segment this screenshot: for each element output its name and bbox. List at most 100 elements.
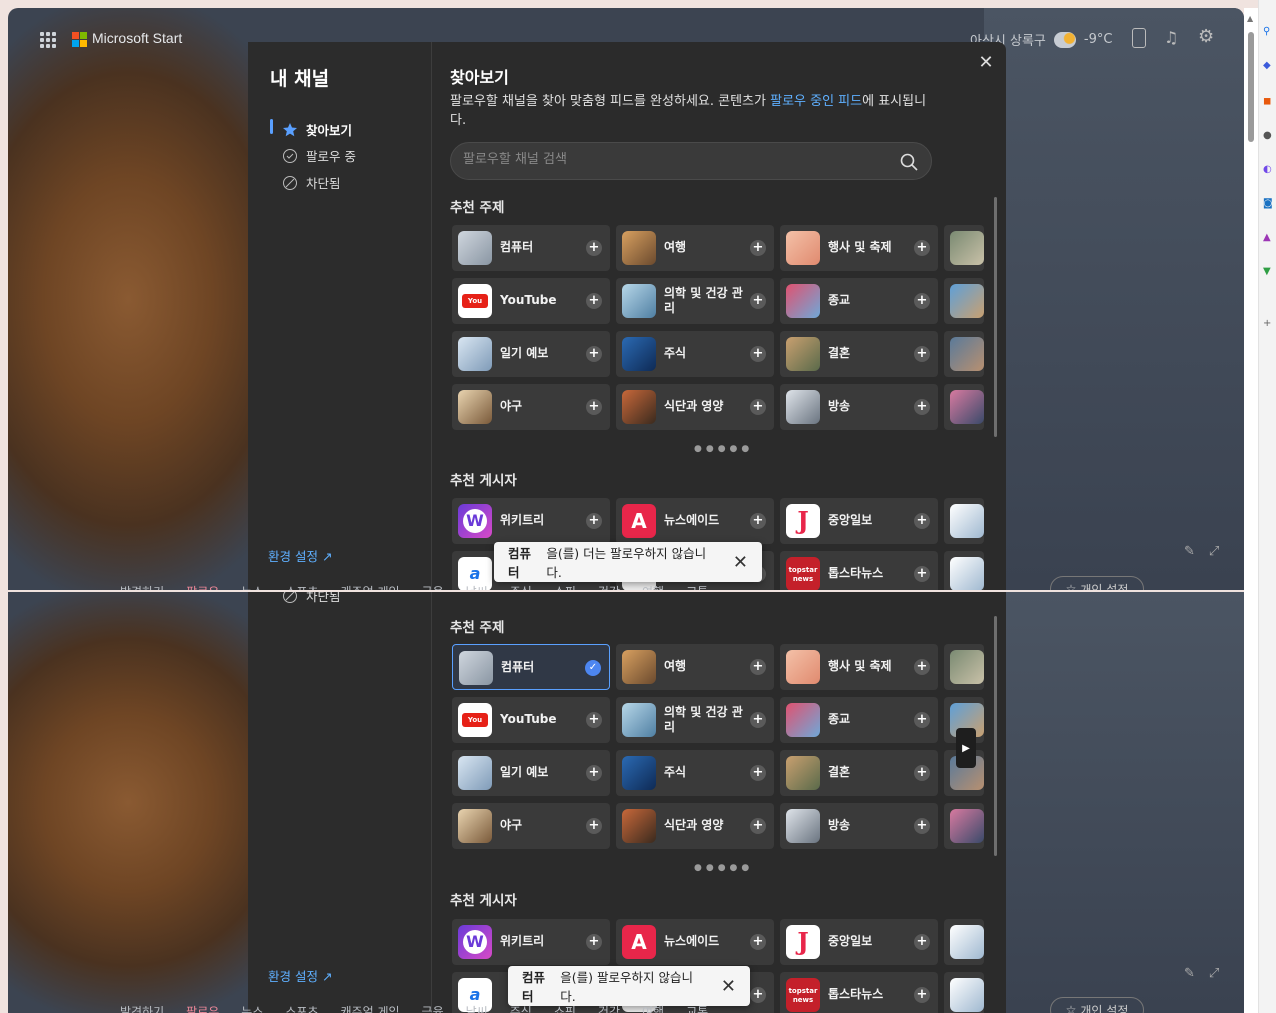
topic-card-peek[interactable] <box>944 644 984 690</box>
bottom-nav-tab[interactable]: 쇼핑 <box>554 1003 576 1013</box>
publisher-card[interactable]: A 뉴스에이드 + <box>616 919 774 965</box>
user-icon[interactable]: ● <box>1263 130 1272 141</box>
settings-link-2[interactable]: 환경 설정 ↗ <box>268 966 332 985</box>
carousel-dots[interactable]: ●●●●● <box>694 863 753 873</box>
bottom-nav-tab[interactable]: 건강 <box>598 1003 620 1013</box>
topic-card[interactable]: 결혼 + <box>780 331 938 377</box>
edit-icon[interactable]: ✎ <box>1184 544 1195 559</box>
topic-card[interactable]: 식단과 영양 + <box>616 803 774 849</box>
edit-icon[interactable]: ✎ <box>1184 966 1195 981</box>
follow-plus-icon[interactable]: + <box>914 659 930 675</box>
follow-plus-icon[interactable]: + <box>750 346 766 362</box>
follow-plus-icon[interactable]: + <box>750 934 766 950</box>
search-icon[interactable]: ⚲ <box>1263 26 1270 37</box>
follow-plus-icon[interactable]: + <box>750 712 766 728</box>
bottom-nav-tab[interactable]: 뉴스 <box>241 1003 263 1013</box>
follow-plus-icon[interactable]: + <box>586 765 602 781</box>
bottom-nav-tab[interactable]: 캐주얼 게임 <box>341 583 400 591</box>
topic-card-peek[interactable] <box>944 498 984 544</box>
drop-icon[interactable]: ▼ <box>1263 266 1271 277</box>
bottom-nav-tab[interactable]: 스포츠 <box>285 1003 318 1013</box>
publisher-card[interactable]: W 위키트리 + <box>452 919 610 965</box>
bottom-nav-tab[interactable]: 날씨 <box>466 1003 488 1013</box>
bottom-nav-tab[interactable]: 여행 <box>642 583 664 591</box>
nav-following[interactable]: 팔로우 중 <box>270 146 356 165</box>
publisher-card[interactable]: A 뉴스에이드 + <box>616 498 774 544</box>
follow-plus-icon[interactable]: + <box>914 818 930 834</box>
designer-icon[interactable]: ▲ <box>1263 232 1271 243</box>
follow-plus-icon[interactable]: + <box>586 934 602 950</box>
personalize-button[interactable]: ☆ 개인 설정 <box>1050 576 1144 590</box>
tools-icon[interactable]: ◼ <box>1263 96 1271 107</box>
follow-plus-icon[interactable]: + <box>750 659 766 675</box>
topic-card[interactable]: 컴퓨터 ✓ <box>452 644 610 690</box>
follow-plus-icon[interactable]: + <box>586 712 602 728</box>
topic-card[interactable]: 주식 + <box>616 331 774 377</box>
view-toggle[interactable]: ✎ ⤢ <box>1184 544 1219 559</box>
channel-search[interactable] <box>450 142 932 180</box>
follow-plus-icon[interactable]: + <box>586 513 602 529</box>
outlook-icon[interactable]: ◙ <box>1263 198 1273 209</box>
toast-close-icon[interactable]: ✕ <box>733 552 748 573</box>
bottom-nav-tab[interactable]: 주식 <box>510 1003 532 1013</box>
bottom-nav-tab[interactable]: 날씨 <box>466 583 488 591</box>
games-icon[interactable]: ◐ <box>1263 164 1272 175</box>
follow-plus-icon[interactable]: + <box>914 934 930 950</box>
bottom-nav-tab[interactable]: 발견하기 <box>120 583 164 591</box>
topic-card[interactable]: You YouTube + <box>452 278 610 324</box>
expand-icon[interactable]: ⤢ <box>1209 544 1219 559</box>
follow-plus-icon[interactable]: + <box>914 240 930 256</box>
bottom-nav-tab[interactable]: 주식 <box>510 583 532 591</box>
follow-plus-icon[interactable]: + <box>750 399 766 415</box>
personalize-button-2[interactable]: ☆ 개인 설정 <box>1050 997 1144 1013</box>
topic-card-peek[interactable] <box>944 803 984 849</box>
gear-icon[interactable]: ⚙ <box>1198 26 1214 47</box>
view-toggle-2[interactable]: ✎ ⤢ <box>1184 966 1219 981</box>
bottom-nav-tab[interactable]: 건강 <box>598 583 620 591</box>
topic-card[interactable]: You YouTube + <box>452 697 610 743</box>
topic-card-peek[interactable] <box>944 919 984 965</box>
add-icon[interactable]: + <box>1263 318 1271 329</box>
topic-card[interactable]: 일기 예보 + <box>452 331 610 377</box>
follow-plus-icon[interactable]: + <box>914 765 930 781</box>
topic-card-peek[interactable] <box>944 384 984 430</box>
bottom-nav-tab[interactable]: 스포츠 <box>285 583 318 591</box>
follow-plus-icon[interactable]: + <box>750 293 766 309</box>
bottom-nav-tab[interactable]: 여행 <box>642 1003 664 1013</box>
bottom-nav-tab[interactable]: 금융 <box>422 1003 444 1013</box>
topic-card[interactable]: 식단과 영양 + <box>616 384 774 430</box>
search-input[interactable] <box>463 152 893 167</box>
close-icon[interactable]: ✕ <box>976 52 996 73</box>
topic-card[interactable]: 행사 및 축제 + <box>780 225 938 271</box>
bottom-nav-tab[interactable]: 쇼핑 <box>554 583 576 591</box>
publisher-card[interactable]: W 위키트리 + <box>452 498 610 544</box>
followed-check-icon[interactable]: ✓ <box>585 660 601 676</box>
follow-plus-icon[interactable]: + <box>750 765 766 781</box>
next-arrow-icon[interactable]: ▶ <box>956 728 976 768</box>
topic-card-peek[interactable] <box>944 225 984 271</box>
topic-card[interactable]: 종교 + <box>780 697 938 743</box>
topic-card[interactable]: 의학 및 건강 관리 + <box>616 697 774 743</box>
scrollbar[interactable] <box>994 197 997 437</box>
topic-card[interactable]: 방송 + <box>780 384 938 430</box>
nav-blocked[interactable]: 차단됨 <box>270 173 341 192</box>
topic-card-peek[interactable] <box>944 331 984 377</box>
favorites-icon[interactable]: ◆ <box>1263 60 1271 71</box>
expand-icon[interactable]: ⤢ <box>1209 966 1219 981</box>
phone-icon[interactable] <box>1132 28 1146 48</box>
brand-name[interactable]: Microsoft Start <box>92 30 182 46</box>
topic-card[interactable]: 주식 + <box>616 750 774 796</box>
topic-card[interactable]: 의학 및 건강 관리 + <box>616 278 774 324</box>
scrollbar[interactable] <box>994 616 997 856</box>
follow-plus-icon[interactable]: + <box>586 346 602 362</box>
follow-plus-icon[interactable]: + <box>586 240 602 256</box>
follow-plus-icon[interactable]: + <box>586 399 602 415</box>
search-icon[interactable] <box>899 152 919 172</box>
carousel-dots[interactable]: ●●●●● <box>694 444 753 454</box>
topic-card[interactable]: 일기 예보 + <box>452 750 610 796</box>
topic-card[interactable]: 방송 + <box>780 803 938 849</box>
publisher-card[interactable]: J 중앙일보 + <box>780 919 938 965</box>
topic-card-peek[interactable] <box>944 278 984 324</box>
topic-card[interactable]: 여행 + <box>616 225 774 271</box>
follow-plus-icon[interactable]: + <box>914 513 930 529</box>
